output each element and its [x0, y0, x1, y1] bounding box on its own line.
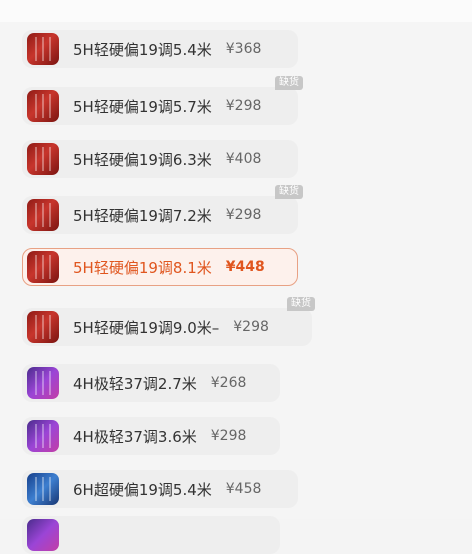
- sku-option[interactable]: 5H轻硬偏19调7.2米 ¥298 缺货: [22, 185, 303, 234]
- sku-option[interactable]: 5H轻硬偏19调5.4米 ¥368: [22, 30, 298, 68]
- sku-option-price: ¥368: [225, 41, 262, 57]
- fishing-rod-thumbnail-icon: [27, 199, 59, 231]
- fishing-rod-thumbnail-icon: [27, 90, 59, 122]
- sku-option-name: 4H极轻37调2.7米: [73, 374, 197, 393]
- sku-option-price: ¥448: [225, 259, 265, 275]
- sku-option-price: ¥298: [233, 319, 269, 335]
- sku-option[interactable]: 4H极轻37调2.7米 ¥268: [22, 364, 280, 402]
- fishing-rod-thumbnail-icon: [27, 311, 59, 343]
- fishing-rod-thumbnail-icon: [27, 420, 59, 452]
- sku-option-partial[interactable]: [22, 516, 280, 554]
- sku-option-price: ¥298: [225, 98, 262, 114]
- sku-option[interactable]: 5H轻硬偏19调5.7米 ¥298 缺货: [22, 76, 303, 125]
- fishing-rod-thumbnail-icon: [27, 367, 59, 399]
- sku-option-price: ¥268: [210, 375, 247, 391]
- out-of-stock-badge: 缺货: [275, 185, 303, 199]
- fishing-rod-thumbnail-icon: [27, 251, 59, 283]
- sku-option-name: 6H超硬偏19调5.4米: [73, 480, 212, 499]
- sku-option[interactable]: 5H轻硬偏19调6.3米 ¥408: [22, 140, 298, 178]
- sku-option-name: 5H轻硬偏19调5.4米: [73, 40, 212, 59]
- sku-option-name: 5H轻硬偏19调6.3米: [73, 150, 212, 169]
- top-bar: [0, 0, 472, 22]
- sku-option-name: 5H轻硬偏19调9.0米–: [73, 318, 220, 337]
- fishing-rod-thumbnail-icon: [27, 473, 59, 505]
- sku-option-price: ¥298: [225, 207, 262, 223]
- out-of-stock-badge: 缺货: [287, 297, 315, 311]
- fishing-rod-thumbnail-icon: [27, 143, 59, 175]
- sku-option[interactable]: 4H极轻37调3.6米 ¥298: [22, 417, 280, 455]
- sku-option-name: 5H轻硬偏19调7.2米: [73, 206, 212, 225]
- sku-option[interactable]: 6H超硬偏19调5.4米 ¥458: [22, 470, 298, 508]
- fishing-rod-thumbnail-icon: [27, 519, 59, 551]
- sku-option-name: 5H轻硬偏19调5.7米: [73, 97, 212, 116]
- sku-option-price: ¥408: [225, 151, 262, 167]
- sku-option-selected[interactable]: 5H轻硬偏19调8.1米 ¥448: [22, 248, 298, 286]
- sku-option-name: 5H轻硬偏19调8.1米: [73, 258, 212, 277]
- sku-option-name: 4H极轻37调3.6米: [73, 427, 197, 446]
- sku-option-price: ¥298: [210, 428, 247, 444]
- sku-option[interactable]: 5H轻硬偏19调9.0米– ¥298 缺货: [22, 297, 315, 346]
- fishing-rod-thumbnail-icon: [27, 33, 59, 65]
- sku-option-price: ¥458: [225, 481, 262, 497]
- out-of-stock-badge: 缺货: [275, 76, 303, 90]
